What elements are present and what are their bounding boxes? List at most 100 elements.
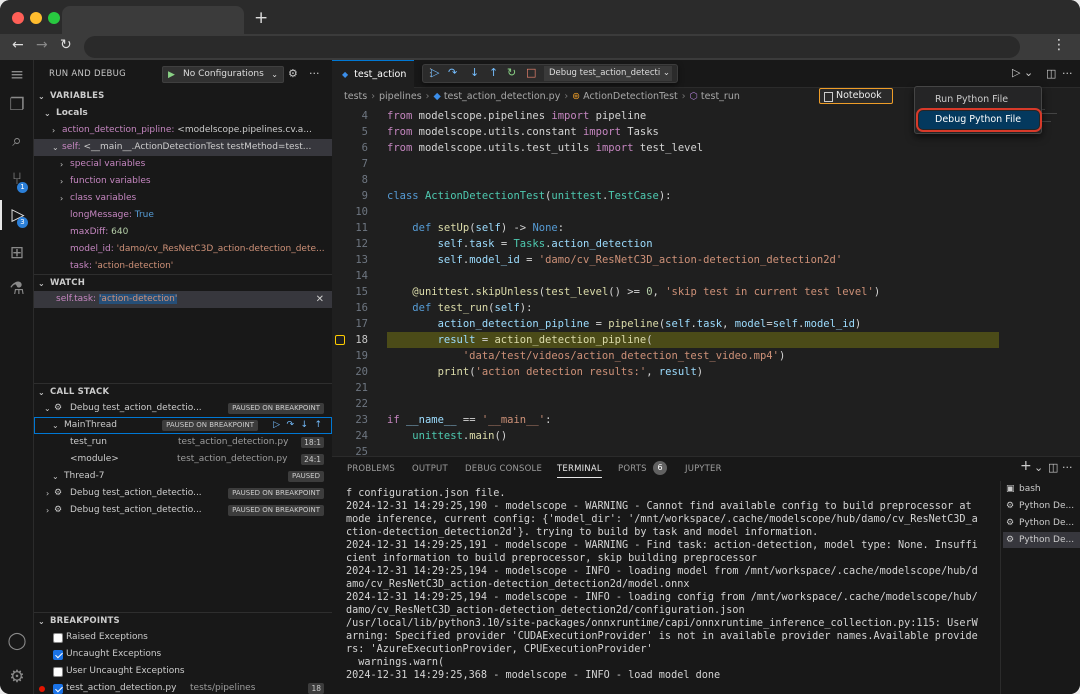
terminal-item[interactable]: ⚙ Python De... [1003,498,1080,514]
stack-frame[interactable]: test_run test_action_detection.py 18:1 [34,434,332,451]
more-actions-icon[interactable]: ··· [309,67,320,80]
variable-row[interactable]: model_id: 'damo/cv_ResNetC3D_action-dete… [34,241,332,258]
maximize-window-button[interactable] [48,12,60,24]
tab-problems[interactable]: PROBLEMS [347,464,395,474]
breadcrumb-item[interactable]: test_action_detection.py [444,91,561,102]
code-line[interactable]: 15 @unittest.skipUnless(test_level() >= … [332,284,1080,300]
reload-icon[interactable]: ↻ [60,37,72,53]
breakpoint-item[interactable]: Raised Exceptions [34,629,332,646]
more-actions-icon[interactable]: ··· [1062,67,1073,80]
breakpoint-checkbox[interactable] [53,633,63,643]
variable-row[interactable]: task: 'action-detection' [34,258,332,275]
call-stack-thread[interactable]: ⌄ Thread-7 PAUSED [34,468,332,485]
run-python-file-item[interactable]: Run Python File [919,91,1039,109]
call-stack-session[interactable]: › ⚙ Debug test_action_detectio... PAUSED ON… [34,502,332,519]
call-stack-session[interactable]: ⌄ ⚙ Debug test_action_detectio... PAUSED ON… [34,400,332,417]
variable-group[interactable]: › special variables [34,156,332,173]
breakpoint-item[interactable]: test_action_detection.py tests/pipelines 1… [34,680,332,694]
search-icon[interactable]: ⌕ [0,126,34,156]
breakpoint-checkbox[interactable] [53,650,63,660]
locals-scope[interactable]: ⌄ Locals [34,105,332,122]
code-line[interactable]: 7 [332,156,1080,172]
variable-row[interactable]: maxDiff: 640 [34,224,332,241]
call-stack-section-header[interactable]: ⌄ CALL STACK [34,383,332,400]
call-stack-session[interactable]: › ⚙ Debug test_action_detectio... PAUSED ON… [34,485,332,502]
start-debug-icon[interactable]: ▶ [168,68,175,83]
browser-menu-icon[interactable]: ⋮ [1052,37,1066,53]
breakpoint-checkbox[interactable] [53,684,63,694]
variable-group[interactable]: › function variables [34,173,332,190]
terminal-output[interactable]: f configuration.json file. 2024-12-31 14:… [346,487,986,687]
variable-group[interactable]: › class variables [34,190,332,207]
continue-icon[interactable]: ▷ [273,417,280,434]
code-line[interactable]: 11 def setUp(self) -> None: [332,220,1080,236]
step-out-icon[interactable]: ↑ [489,66,498,79]
forward-arrow-icon[interactable]: → [36,37,48,53]
step-over-icon[interactable]: ↷ [448,66,457,79]
watch-expression[interactable]: self.task: 'action-detection' ✕ [34,291,332,308]
continue-icon[interactable]: ▷ [431,66,439,79]
tab-jupyter[interactable]: JUPYTER [685,464,722,474]
debug-python-file-item[interactable]: Debug Python File [916,108,1042,132]
close-window-button[interactable] [12,12,24,24]
variable-row[interactable]: › action_detection_pipline: <modelscope.p… [34,122,332,139]
new-tab-icon[interactable]: + [254,8,268,28]
stack-frame[interactable]: <module> test_action_detection.py 24:1 [34,451,332,468]
watch-section-header[interactable]: ⌄ WATCH [34,274,332,291]
code-line[interactable]: 14 [332,268,1080,284]
chevron-down-icon[interactable]: ⌄ [1034,461,1043,474]
code-line[interactable]: 12 self.task = Tasks.action_detection [332,236,1080,252]
code-line[interactable]: 19 'data/test/videos/action_detection_te… [332,348,1080,364]
breakpoint-item[interactable]: Uncaught Exceptions [34,646,332,663]
breakpoint-checkbox[interactable] [53,667,63,677]
settings-gear-icon[interactable]: ⚙ [288,67,298,80]
code-line[interactable]: 23 if __name__ == '__main__': [332,412,1080,428]
split-editor-icon[interactable]: ◫ [1046,67,1056,80]
breadcrumb-item[interactable]: pipelines [379,91,422,102]
step-into-icon[interactable]: ↓ [300,417,308,434]
code-line[interactable]: 8 [332,172,1080,188]
browser-tab[interactable] [62,6,244,34]
step-out-icon[interactable]: ↑ [314,417,322,434]
tab-output[interactable]: OUTPUT [412,464,448,474]
code-line[interactable]: 6 from modelscope.utils.test_utils import… [332,140,1080,156]
breadcrumb-item[interactable]: test_run [701,91,740,102]
code-editor[interactable]: 4 from modelscope.pipelines import pipeli… [332,106,1080,456]
debug-session-select[interactable]: Debug test_action_detecti ⌄ [544,66,672,81]
code-line[interactable]: 13 self.model_id = 'damo/cv_ResNetC3D_ac… [332,252,1080,268]
explorer-icon[interactable]: ❐ [0,90,34,120]
code-line[interactable]: 20 print('action detection results:', re… [332,364,1080,380]
address-bar[interactable] [84,36,1020,58]
restart-icon[interactable]: ↻ [507,66,516,79]
code-line[interactable]: 17 action_detection_pipline = pipeline(s… [332,316,1080,332]
step-into-icon[interactable]: ↓ [470,66,479,79]
testing-flask-icon[interactable]: ⚗ [0,274,34,304]
code-line[interactable]: 9 class ActionDetectionTest(unittest.Test… [332,188,1080,204]
call-stack-thread[interactable]: ⌄ MainThread PAUSED ON BREAKPOINT ▷ ↷ ↓ ↑ [34,417,332,434]
breakpoint-item[interactable]: User Uncaught Exceptions [34,663,332,680]
code-line[interactable]: 25 [332,444,1080,456]
terminal-item[interactable]: ▣ bash [1003,481,1080,497]
code-line[interactable]: 22 [332,396,1080,412]
step-over-icon[interactable]: ↷ [286,417,294,434]
variables-section-header[interactable]: ⌄ VARIABLES [34,88,332,105]
variable-row[interactable]: longMessage: True [34,207,332,224]
code-line[interactable]: 18 result = action_detection_pipline( [332,332,1080,348]
tab-debug-console[interactable]: DEBUG CONSOLE [465,464,542,474]
terminal-item[interactable]: ⚙ Python De... [1003,515,1080,531]
minimize-window-button[interactable] [30,12,42,24]
tab-ports[interactable]: PORTS [618,464,647,474]
notebook-button[interactable]: Notebook [819,88,893,104]
menu-icon[interactable]: ≡ [0,60,34,90]
variable-row[interactable]: ⌄ self: <__main__.ActionDetectionTest tes… [34,139,332,156]
tab-terminal[interactable]: TERMINAL [557,464,602,478]
account-icon[interactable]: ◯ [0,626,34,656]
code-line[interactable]: 21 [332,380,1080,396]
code-line[interactable]: 16 def test_run(self): [332,300,1080,316]
settings-gear-icon[interactable]: ⚙ [0,662,34,692]
more-actions-icon[interactable]: ··· [1062,461,1073,474]
code-line[interactable]: 10 [332,204,1080,220]
run-split-button[interactable]: ▷ ⌄ [1012,66,1042,84]
editor-tab[interactable]: ◆ test_action [332,60,414,88]
debug-config-select[interactable]: ▶ No Configurations ⌄ [162,66,284,83]
